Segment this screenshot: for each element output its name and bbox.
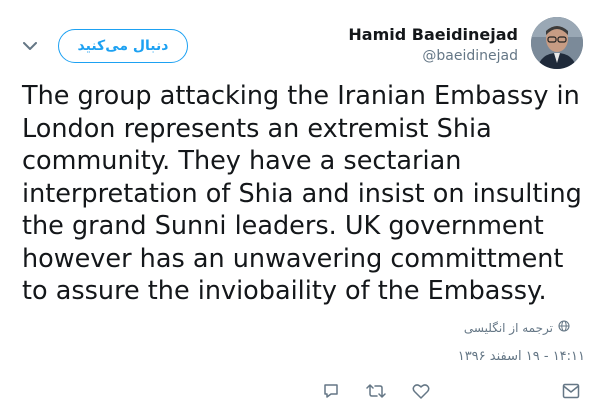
translate-link[interactable]: ترجمه از انگلیسی [464, 320, 570, 335]
heart-icon[interactable] [410, 380, 432, 402]
reply-icon[interactable] [320, 380, 342, 402]
chevron-down-icon[interactable] [20, 36, 40, 56]
author-name[interactable]: Hamid Baeidinejad [348, 25, 518, 44]
following-button[interactable]: دنبال می‌کنید [58, 29, 188, 63]
globe-icon [558, 320, 570, 335]
avatar[interactable] [531, 17, 583, 69]
tweet-card: دنبال می‌کنید Hamid Baeidinejad @baeidin… [0, 0, 613, 414]
tweet-timestamp[interactable]: ۱۴:۱۱ - ۱۹ اسفند ۱۳۹۶ [458, 349, 585, 364]
translate-label: ترجمه از انگلیسی [463, 320, 553, 335]
author-handle[interactable]: @baeidinejad [422, 48, 518, 64]
message-icon[interactable] [560, 380, 582, 402]
tweet-text: The group attacking the Iranian Embassy … [22, 81, 582, 306]
retweet-icon[interactable] [365, 380, 387, 402]
